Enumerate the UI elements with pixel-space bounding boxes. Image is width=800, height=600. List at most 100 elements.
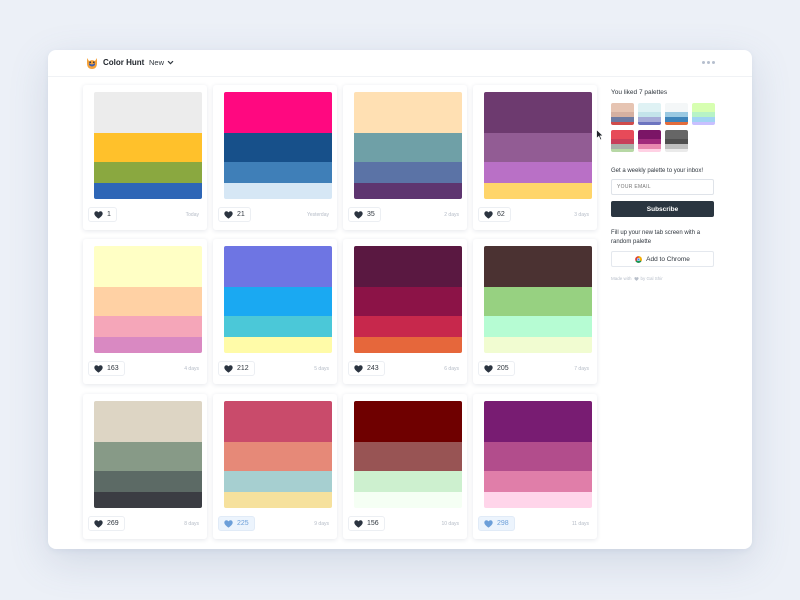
color-band[interactable] xyxy=(94,470,202,492)
logo-icon[interactable] xyxy=(86,57,98,70)
color-band[interactable] xyxy=(354,401,462,443)
palette-swatch[interactable] xyxy=(94,246,202,353)
color-band[interactable] xyxy=(354,470,462,492)
color-band[interactable] xyxy=(354,491,462,508)
color-band[interactable] xyxy=(224,470,332,492)
palette-card[interactable]: 62 3 days xyxy=(473,85,597,230)
color-band[interactable] xyxy=(484,470,592,492)
color-band[interactable] xyxy=(354,246,462,288)
liked-palette-thumbnail[interactable] xyxy=(692,103,715,125)
color-band[interactable] xyxy=(94,287,202,316)
color-band[interactable] xyxy=(224,287,332,316)
palette-swatch[interactable] xyxy=(354,92,462,199)
palette-swatch[interactable] xyxy=(224,92,332,199)
color-band[interactable] xyxy=(94,491,202,508)
color-band[interactable] xyxy=(484,491,592,508)
color-band[interactable] xyxy=(484,315,592,337)
color-band[interactable] xyxy=(354,336,462,353)
palette-swatch[interactable] xyxy=(484,401,592,508)
like-button[interactable]: 35 xyxy=(348,207,381,222)
color-band[interactable] xyxy=(484,442,592,471)
color-band[interactable] xyxy=(484,161,592,183)
sort-dropdown[interactable]: New xyxy=(149,58,174,67)
color-band[interactable] xyxy=(94,401,202,443)
color-band[interactable] xyxy=(354,182,462,199)
color-band[interactable] xyxy=(94,182,202,199)
like-button[interactable]: 243 xyxy=(348,361,385,376)
color-band[interactable] xyxy=(224,92,332,134)
palette-card[interactable]: 163 4 days xyxy=(83,239,207,384)
like-button[interactable]: 62 xyxy=(478,207,511,222)
liked-palette-thumbnail[interactable] xyxy=(611,103,634,125)
like-button[interactable]: 21 xyxy=(218,207,251,222)
color-band[interactable] xyxy=(94,315,202,337)
heart-icon xyxy=(354,364,363,373)
liked-palette-thumbnail[interactable] xyxy=(638,130,661,152)
liked-palette-thumbnail[interactable] xyxy=(611,130,634,152)
brand-name[interactable]: Color Hunt xyxy=(103,58,144,67)
like-count: 1 xyxy=(107,211,111,218)
email-input[interactable] xyxy=(611,179,714,195)
color-band[interactable] xyxy=(224,315,332,337)
like-button[interactable]: 205 xyxy=(478,361,515,376)
palette-card[interactable]: 156 10 days xyxy=(343,394,467,539)
like-button[interactable]: 298 xyxy=(478,516,515,531)
add-to-chrome-button[interactable]: Add to Chrome xyxy=(611,251,714,267)
color-band[interactable] xyxy=(224,336,332,353)
palette-swatch[interactable] xyxy=(224,401,332,508)
palette-card[interactable]: 269 8 days xyxy=(83,394,207,539)
color-band[interactable] xyxy=(484,336,592,353)
color-band[interactable] xyxy=(224,182,332,199)
color-band[interactable] xyxy=(484,182,592,199)
like-button[interactable]: 212 xyxy=(218,361,255,376)
liked-palette-thumbnail[interactable] xyxy=(665,103,688,125)
color-band[interactable] xyxy=(94,92,202,134)
like-button[interactable]: 269 xyxy=(88,516,125,531)
color-band[interactable] xyxy=(94,336,202,353)
palette-card[interactable]: 225 9 days xyxy=(213,394,337,539)
liked-palette-thumbnail[interactable] xyxy=(638,103,661,125)
color-band[interactable] xyxy=(94,442,202,471)
color-band[interactable] xyxy=(224,401,332,443)
palette-card[interactable]: 21 Yesterday xyxy=(213,85,337,230)
palette-card[interactable]: 35 2 days xyxy=(343,85,467,230)
color-band[interactable] xyxy=(354,161,462,183)
palette-card[interactable]: 243 6 days xyxy=(343,239,467,384)
palette-card[interactable]: 212 5 days xyxy=(213,239,337,384)
like-button[interactable]: 225 xyxy=(218,516,255,531)
color-band[interactable] xyxy=(94,161,202,183)
like-button[interactable]: 156 xyxy=(348,516,385,531)
color-band[interactable] xyxy=(354,442,462,471)
subscribe-button[interactable]: Subscribe xyxy=(611,201,714,217)
color-band[interactable] xyxy=(484,92,592,134)
color-band[interactable] xyxy=(484,133,592,162)
color-band[interactable] xyxy=(354,92,462,134)
like-button[interactable]: 1 xyxy=(88,207,117,222)
color-band[interactable] xyxy=(224,491,332,508)
like-button[interactable]: 163 xyxy=(88,361,125,376)
palette-swatch[interactable] xyxy=(354,246,462,353)
color-band[interactable] xyxy=(484,401,592,443)
color-band[interactable] xyxy=(354,133,462,162)
color-band[interactable] xyxy=(224,133,332,162)
color-band[interactable] xyxy=(484,287,592,316)
palette-swatch[interactable] xyxy=(94,401,202,508)
palette-swatch[interactable] xyxy=(94,92,202,199)
color-band[interactable] xyxy=(224,246,332,288)
palette-swatch[interactable] xyxy=(354,401,462,508)
color-band[interactable] xyxy=(224,442,332,471)
color-band[interactable] xyxy=(224,161,332,183)
color-band[interactable] xyxy=(354,315,462,337)
color-band[interactable] xyxy=(94,246,202,288)
palette-swatch[interactable] xyxy=(484,246,592,353)
more-options-icon[interactable] xyxy=(702,61,715,64)
palette-card[interactable]: 205 7 days xyxy=(473,239,597,384)
palette-card[interactable]: 298 11 days xyxy=(473,394,597,539)
palette-swatch[interactable] xyxy=(224,246,332,353)
color-band[interactable] xyxy=(354,287,462,316)
palette-card[interactable]: 1 Today xyxy=(83,85,207,230)
color-band[interactable] xyxy=(484,246,592,288)
liked-palette-thumbnail[interactable] xyxy=(665,130,688,152)
palette-swatch[interactable] xyxy=(484,92,592,199)
color-band[interactable] xyxy=(94,133,202,162)
